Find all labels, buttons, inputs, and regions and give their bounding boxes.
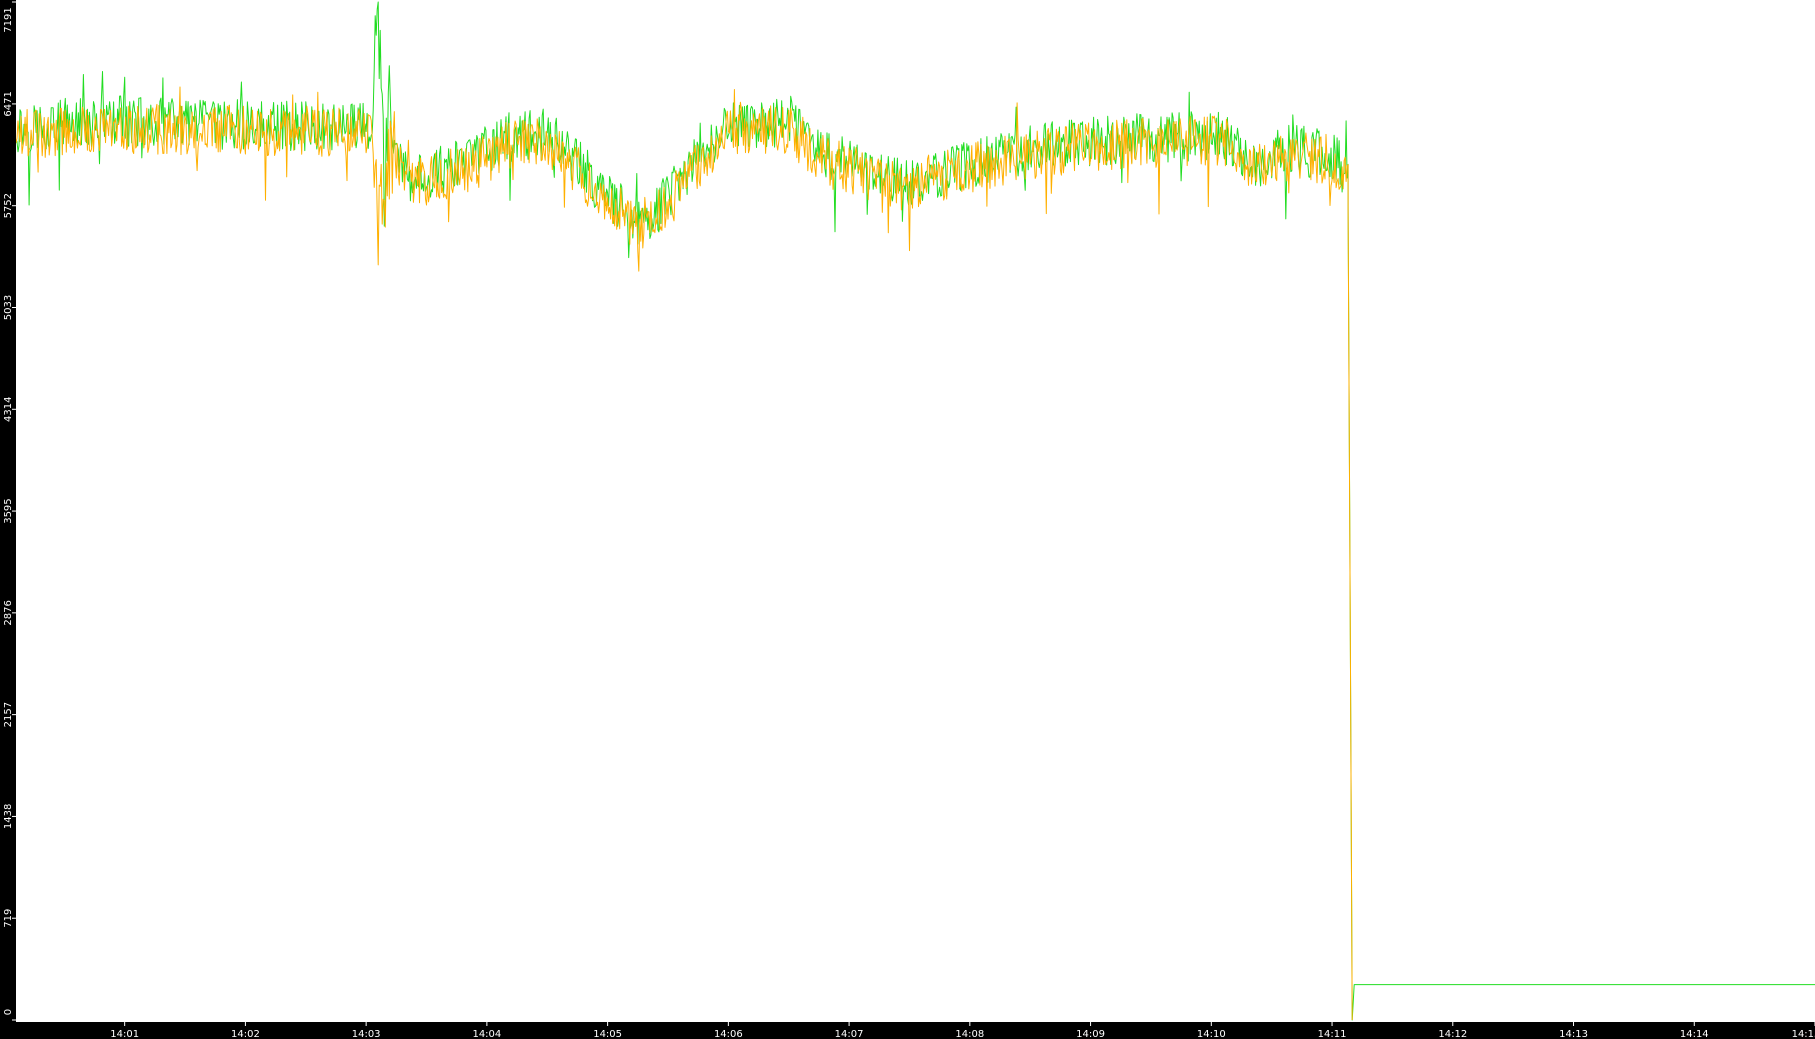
y-tick-label: 6471 xyxy=(3,91,14,116)
y-tick-label: 4314 xyxy=(3,397,14,422)
x-tick-label: 14:12 xyxy=(1438,1029,1467,1039)
y-tick-label: 2876 xyxy=(3,600,14,625)
x-tick-label: 14:06 xyxy=(714,1029,743,1039)
x-tick-label: 14:02 xyxy=(231,1029,260,1039)
x-tick-label: 14:09 xyxy=(1076,1029,1105,1039)
y-tick-label: 0 xyxy=(3,1009,14,1015)
x-tick-label: 14:01 xyxy=(110,1029,139,1039)
x-tick-label: 14:14 xyxy=(1680,1029,1709,1039)
y-tick-label: 5033 xyxy=(3,295,14,320)
plot-background xyxy=(0,0,1815,1039)
x-tick-label: 14:08 xyxy=(955,1029,984,1039)
x-tick-label: 14:05 xyxy=(593,1029,622,1039)
x-tick-label: 14:13 xyxy=(1559,1029,1588,1039)
x-tick-label: 14:03 xyxy=(352,1029,381,1039)
x-tick-label: 14:10 xyxy=(1197,1029,1226,1039)
y-tick-label: 719 xyxy=(3,909,14,928)
x-tick-label: 14:04 xyxy=(472,1029,501,1039)
y-tick-label: 1438 xyxy=(3,804,14,829)
line-chart: 0 719 1438 2157 2876 3595 4314 5033 5752 6471 7191… xyxy=(0,0,1815,1039)
y-tick-label: 5752 xyxy=(3,193,14,218)
x-tick-label: 14:11 xyxy=(1318,1029,1347,1039)
y-tick-label: 7191 xyxy=(3,7,14,32)
x-tick-label: 14:15 xyxy=(1792,1029,1815,1039)
y-tick-label: 3595 xyxy=(3,498,14,523)
x-tick-label: 14:07 xyxy=(835,1029,864,1039)
x-axis-band xyxy=(0,1022,1815,1039)
y-tick-label: 2157 xyxy=(3,702,14,727)
